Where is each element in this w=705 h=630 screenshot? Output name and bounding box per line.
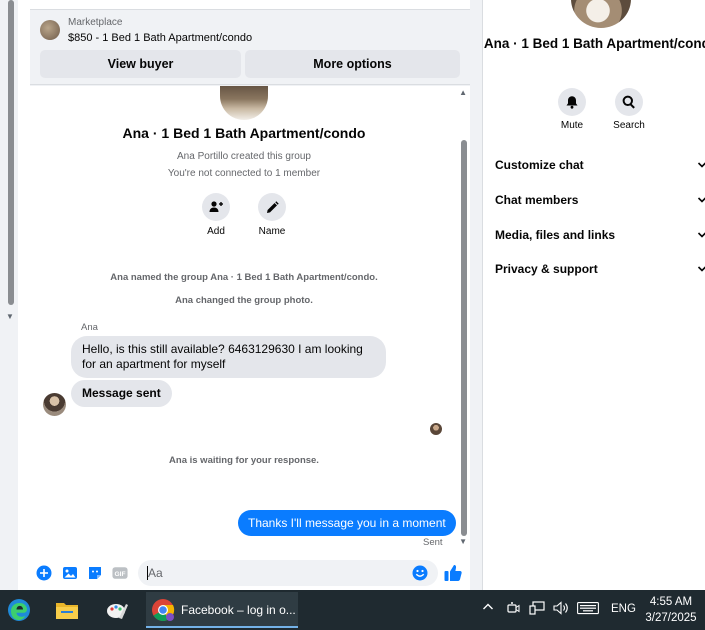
outgoing-message-bubble[interactable]: Thanks I'll message you in a moment — [238, 510, 456, 536]
listing-kicker: Marketplace — [68, 17, 123, 28]
sent-status: Sent — [423, 537, 443, 548]
outer-left-gutter: ▼ — [0, 0, 30, 590]
plus-icon[interactable] — [36, 565, 52, 581]
section-label: Customize chat — [495, 158, 584, 172]
marketplace-listing-panel: Marketplace $850 - 1 Bed 1 Bath Apartmen… — [30, 0, 470, 85]
info-group-name: Ana · 1 Bed 1 Bath Apartment/condo — [483, 36, 705, 51]
listing-thumbnail[interactable] — [40, 20, 60, 40]
chevron-down-icon — [697, 232, 705, 238]
customize-chat-section[interactable]: Customize chat — [495, 155, 705, 175]
bell-icon[interactable] — [558, 88, 586, 116]
chat-thread[interactable]: ▲ ▼ Ana · 1 Bed 1 Bath Apartment/condo A… — [30, 86, 470, 590]
section-label: Media, files and links — [495, 228, 616, 242]
photo-icon[interactable] — [62, 565, 78, 581]
mute-label: Mute — [560, 120, 584, 131]
view-buyer-button[interactable]: View buyer — [40, 50, 241, 78]
name-group-label: Name — [258, 226, 286, 237]
chevron-down-icon — [697, 162, 705, 168]
file-explorer-icon[interactable] — [50, 594, 84, 626]
chrome-icon — [152, 599, 175, 621]
input-language[interactable]: ENG — [611, 603, 636, 615]
pencil-icon[interactable] — [258, 193, 286, 221]
search-label: Search — [613, 120, 645, 131]
more-options-button[interactable]: More options — [245, 50, 460, 78]
outer-scroll-down-arrow[interactable]: ▼ — [6, 312, 14, 321]
chat-members-section[interactable]: Chat members — [495, 190, 705, 210]
chat-scroll-up-arrow[interactable]: ▲ — [459, 88, 467, 97]
chat-scrollbar-thumb[interactable] — [461, 140, 467, 536]
text-cursor — [147, 566, 148, 580]
gif-icon-label: GIF — [114, 571, 125, 578]
add-member-label: Add — [207, 226, 225, 237]
privacy-support-section[interactable]: Privacy & support — [495, 259, 705, 279]
mute-action[interactable]: Mute — [547, 88, 597, 131]
chevron-down-icon — [697, 197, 705, 203]
add-member-action[interactable]: Add — [196, 193, 236, 237]
system-message: Ana named the group Ana · 1 Bed 1 Bath A… — [110, 272, 378, 283]
section-label: Chat members — [495, 193, 579, 207]
search-icon[interactable] — [615, 88, 643, 116]
chevron-up-icon[interactable] — [482, 601, 494, 616]
windows-taskbar: Facebook – log in o... ENG 4:55 AM 3/27/… — [0, 590, 705, 630]
sticker-icon[interactable] — [87, 565, 103, 581]
media-files-links-section[interactable]: Media, files and links — [495, 225, 705, 245]
group-connected-line: You're not connected to 1 member — [167, 168, 321, 179]
outer-scrollbar-thumb[interactable] — [8, 0, 14, 305]
avatar[interactable] — [43, 393, 66, 416]
active-window-indicator — [146, 626, 298, 628]
chevron-down-icon — [697, 266, 705, 272]
section-label: Privacy & support — [495, 262, 598, 276]
chrome-taskbar-item[interactable]: Facebook – log in o... — [146, 592, 298, 628]
message-input[interactable] — [138, 560, 438, 586]
clock-date: 3/27/2025 — [645, 612, 697, 624]
chat-info-panel: Ana · 1 Bed 1 Bath Apartment/condo Mute … — [482, 0, 705, 590]
meet-now-icon[interactable] — [506, 601, 520, 618]
paint-icon[interactable] — [100, 594, 134, 626]
outer-divider — [18, 0, 30, 590]
read-receipt-avatar — [430, 423, 442, 435]
clock-time: 4:55 AM — [649, 596, 693, 608]
like-icon[interactable] — [443, 563, 463, 583]
chat-scrollbar[interactable]: ▲ ▼ — [458, 86, 470, 551]
edge-icon[interactable] — [2, 594, 36, 626]
volume-icon[interactable] — [553, 601, 569, 618]
chrome-window-title: Facebook – log in o... — [181, 603, 296, 617]
system-clock[interactable]: 4:55 AM 3/27/2025 — [640, 594, 702, 626]
incoming-message-bubble[interactable]: Hello, is this still available? 64631296… — [71, 336, 386, 378]
add-person-icon[interactable] — [202, 193, 230, 221]
group-name: Ana · 1 Bed 1 Bath Apartment/condo — [122, 125, 366, 141]
name-group-action[interactable]: Name — [252, 193, 292, 237]
gif-icon[interactable]: GIF — [112, 565, 128, 581]
chat-scroll-down-arrow[interactable]: ▼ — [459, 537, 467, 546]
group-photo-large[interactable] — [571, 0, 631, 28]
keyboard-icon[interactable] — [577, 601, 599, 618]
emoji-icon[interactable] — [412, 565, 428, 581]
message-composer: GIF — [30, 555, 470, 590]
listing-title[interactable]: $850 - 1 Bed 1 Bath Apartment/condo — [68, 32, 252, 44]
group-created-line: Ana Portillo created this group — [177, 151, 311, 162]
sender-name: Ana — [81, 322, 98, 333]
system-message: Ana changed the group photo. — [175, 295, 313, 306]
network-icon[interactable] — [529, 601, 545, 618]
group-photo — [220, 86, 268, 120]
waiting-status: Ana is waiting for your response. — [169, 455, 319, 466]
search-action[interactable]: Search — [604, 88, 654, 131]
incoming-message-bubble[interactable]: Message sent — [71, 380, 172, 407]
listing-top-strip — [30, 0, 470, 10]
